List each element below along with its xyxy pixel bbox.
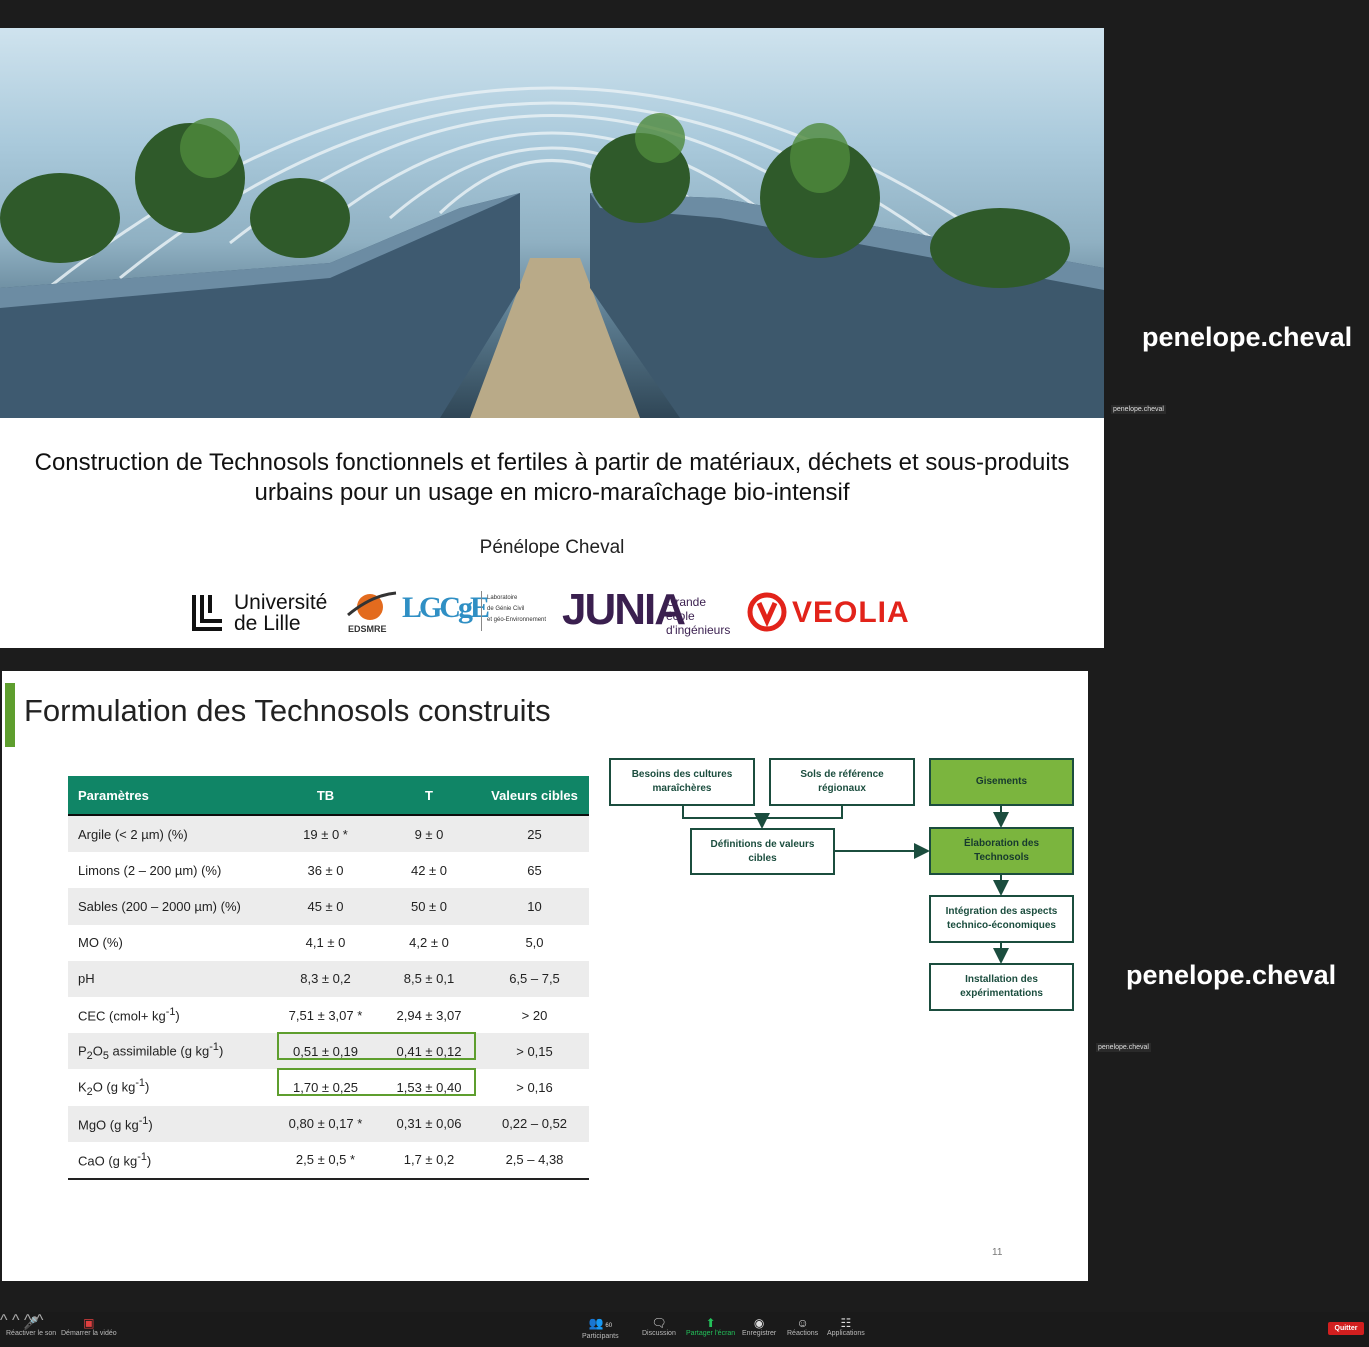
participant-label-2: penelope.cheval [1096,1043,1151,1052]
record-icon: ◉ [753,1316,765,1330]
flow-sols-reference: Sols de référence régionaux [769,758,915,806]
record-label: Enregistrer [742,1330,777,1337]
title-slide: Construction de Technosols fonctionnels … [0,28,1104,648]
participants-icon: 👥 [588,1316,604,1330]
greenhouse-photo [0,28,1104,418]
veolia-logo: VEOLIA [746,591,916,635]
participant-label-1: penelope.cheval [1111,405,1166,414]
flow-besoins-cultures: Besoins des cultures maraîchères [609,758,755,806]
lgcge-logo: LGCgE Laboratoire de Génie Civil et géo-… [402,587,562,637]
chat-button[interactable]: 🗨 Discussion [642,1316,676,1337]
video-off-icon: ▣ [83,1316,95,1330]
partner-logos: Université de Lille EDSMRE LGCgE Laborat… [190,585,920,641]
chat-label: Discussion [642,1330,676,1337]
share-screen-icon: ⬆ [705,1316,716,1330]
junia-logo: JUNIA Grande école d'ingénieurs [562,585,742,639]
share-screen-button[interactable]: ⬆ Partager l'écran [686,1316,735,1337]
unmute-button[interactable]: 🎤 Réactiver le son [6,1316,56,1337]
participants-count: 60 [605,1323,613,1329]
reactions-button[interactable]: ☺ Réactions [787,1316,818,1337]
start-video-button[interactable]: ▣ Démarrer la vidéo [61,1316,117,1337]
lgcge-line3: et géo-Environnement [487,617,547,623]
meeting-toolbar: 🎤 Réactiver le son ^ ▣ Démarrer la vidéo… [0,1312,1369,1347]
apps-icon: ☷ [840,1316,852,1330]
flow-elaboration-technosols: Élaboration des Technosols [929,827,1074,875]
participants-button[interactable]: 👥 60 Participants [582,1316,619,1340]
flow-gisements: Gisements [929,758,1074,806]
flow-definitions-valeurs: Définitions de valeurs cibles [690,828,835,875]
participants-label: Participants [582,1333,619,1340]
ulille-logo: Université de Lille [190,591,340,635]
ulille-line2: de Lille [234,612,301,635]
flowchart-connectors [682,806,1009,964]
lgcge-line2: de Génie Civil [487,606,525,612]
reactions-icon: ☺ [796,1316,809,1330]
unmute-label: Réactiver le son [6,1330,57,1337]
edsmre-text: EDSMRE [348,624,387,634]
edsmre-logo: EDSMRE [346,589,398,637]
start-video-label: Démarrer la vidéo [61,1330,117,1337]
apps-button[interactable]: ☷ Applications [827,1316,865,1337]
flow-installation-experimentations: Installation des expérimentations [929,963,1074,1011]
flow-integration-aspects: Intégration des aspects technico-économi… [929,895,1074,943]
content-slide: Formulation des Technosols construits Pa… [2,671,1088,1281]
junia-line2: école [666,609,695,623]
share-screen-label: Partager l'écran [686,1330,736,1337]
microphone-muted-icon: 🎤 [23,1316,39,1330]
veolia-text: VEOLIA [792,596,910,629]
quit-button[interactable]: Quitter [1328,1322,1364,1335]
chat-icon: 🗨 [651,1316,667,1330]
author-name: Pénélope Cheval [479,537,625,558]
participant-name-1: penelope.cheval [1142,322,1353,352]
page-number: 11 [992,1247,1003,1258]
apps-label: Applications [827,1330,865,1337]
lgcge-abbr: LGCgE [402,591,490,624]
reactions-label: Réactions [787,1330,819,1337]
junia-line1: Grande [666,595,707,609]
record-button[interactable]: ◉ Enregistrer [742,1316,776,1337]
participant-name-2: penelope.cheval [1126,960,1337,990]
presentation-title: Construction de Technosols fonctionnels … [34,449,1070,506]
lgcge-line1: Laboratoire [487,595,518,601]
junia-line3: d'ingénieurs [666,623,731,637]
